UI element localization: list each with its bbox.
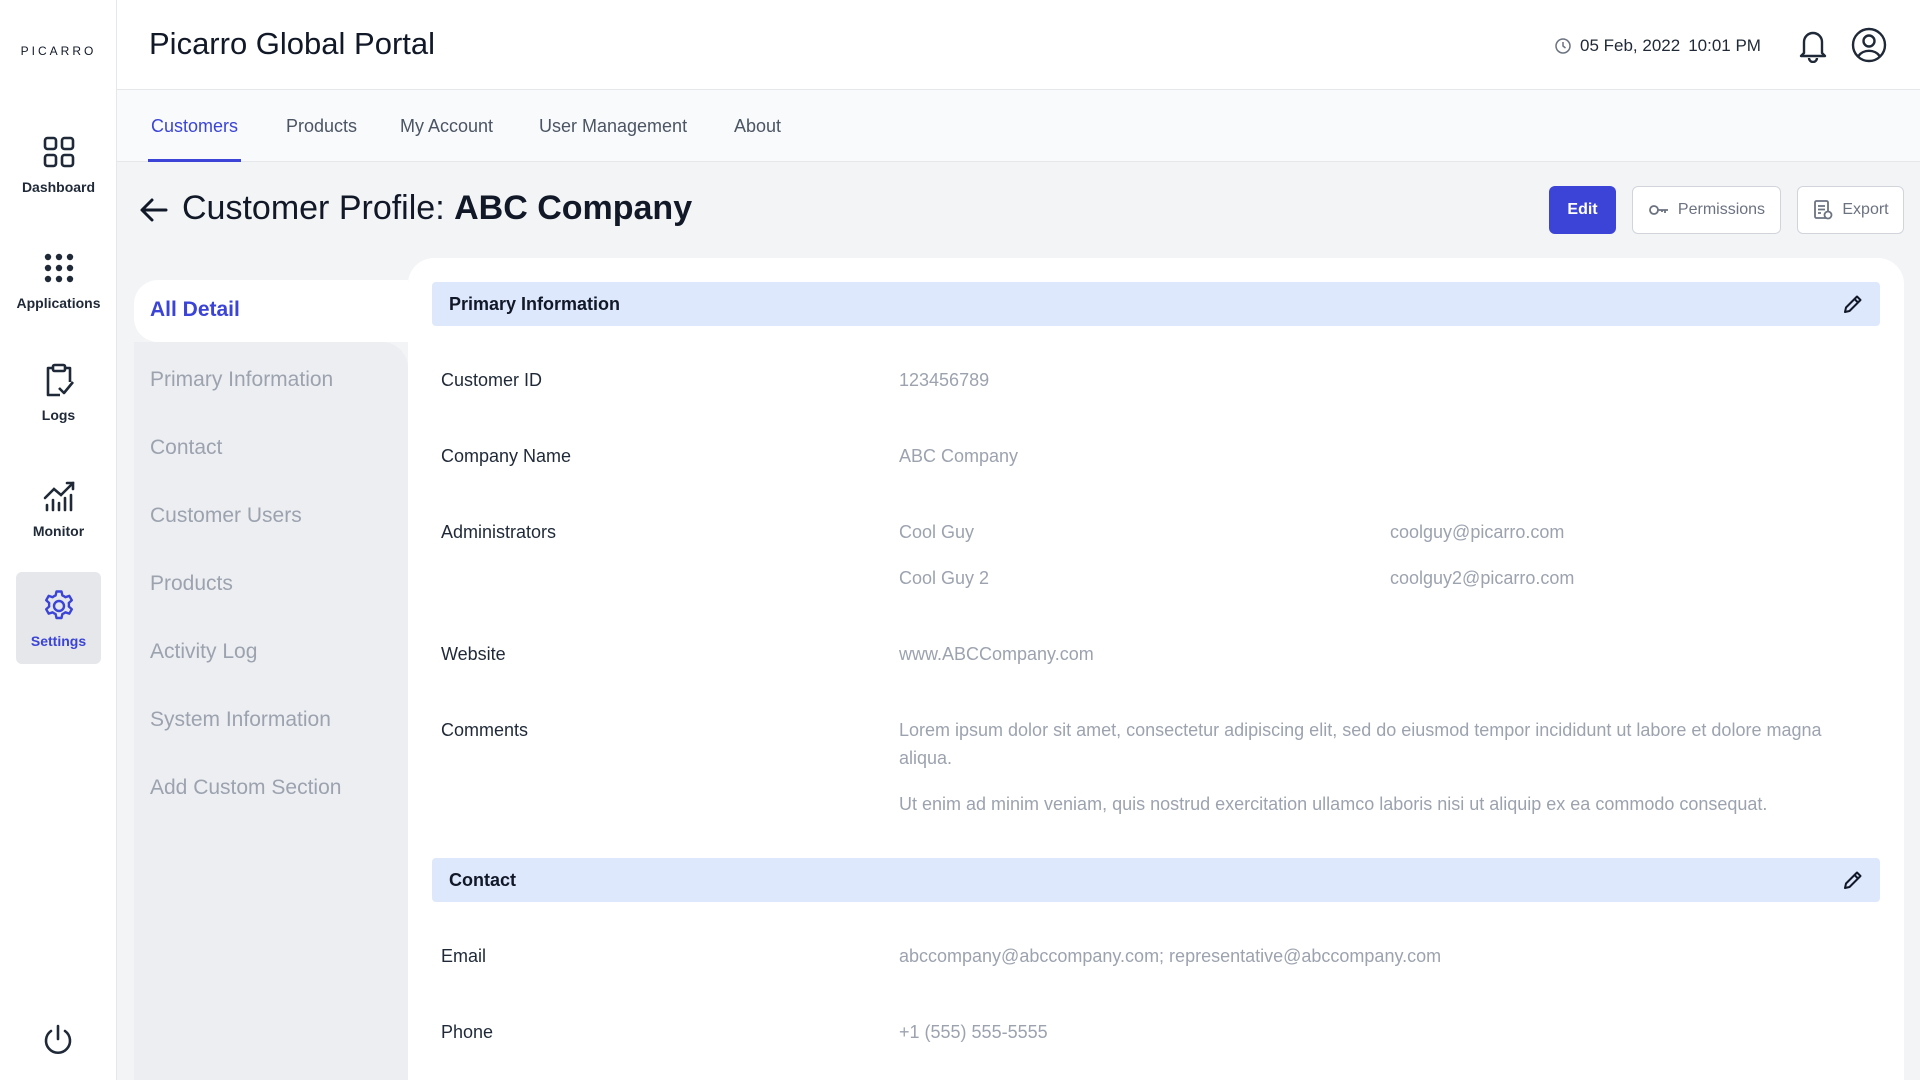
tab-my-account[interactable]: My Account — [400, 90, 493, 162]
email-label: Email — [441, 946, 487, 966]
rail-label-monitor: Monitor — [32, 522, 85, 539]
key-icon — [1649, 205, 1668, 215]
section-nav-products[interactable]: Products — [150, 572, 233, 596]
administrator-name: Cool Guy — [899, 522, 975, 542]
section-nav-activity-log[interactable]: Activity Log — [150, 640, 257, 664]
grid-icon — [43, 136, 74, 167]
tab-customers[interactable]: Customers — [147, 90, 242, 162]
page-title-company: ABC Company — [454, 189, 693, 227]
administrators-label: Administrators — [441, 522, 557, 542]
clipboard-check-icon — [46, 363, 74, 396]
tab-products[interactable]: Products — [286, 90, 357, 162]
tab-user-management[interactable]: User Management — [539, 90, 687, 162]
rail-label-applications: Applications — [16, 294, 101, 311]
administrator-email: coolguy@picarro.com — [1390, 522, 1565, 542]
administrator-name: Cool Guy 2 — [899, 568, 990, 588]
apps-dots-icon — [44, 253, 73, 282]
export-document-icon — [1814, 200, 1833, 220]
edit-button[interactable]: Edit — [1549, 186, 1616, 234]
time-text: 10:01 PM — [1688, 36, 1761, 55]
top-header: Picarro Global Portal 05 Feb, 2022 10:01… — [117, 0, 1920, 90]
email-value: abccompany@abccompany.com; representativ… — [899, 946, 1442, 966]
pencil-icon[interactable] — [1842, 869, 1864, 891]
section-nav-all-detail-label: All Detail — [150, 298, 240, 321]
detail-card: Primary Information Customer ID 12345678… — [408, 258, 1904, 1080]
rail-label-settings: Settings — [30, 632, 87, 649]
rail-item-dashboard[interactable]: Dashboard — [16, 118, 101, 210]
rail-label-dashboard: Dashboard — [21, 178, 96, 195]
customer-id-label: Customer ID — [441, 370, 543, 390]
section-nav-contact[interactable]: Contact — [150, 436, 222, 460]
permissions-button-label: Permissions — [1677, 201, 1766, 218]
contact-heading: Contact — [449, 870, 516, 890]
page-title-prefix: Customer Profile: — [182, 189, 455, 227]
phone-value: +1 (555) 555-5555 — [899, 1022, 1048, 1042]
rail-item-settings[interactable]: Settings — [16, 572, 101, 664]
rail-item-monitor[interactable]: Monitor — [16, 462, 101, 554]
app-title: Picarro Global Portal — [149, 26, 436, 61]
primary-information-heading: Primary Information — [449, 294, 621, 314]
export-button[interactable]: Export — [1797, 186, 1904, 234]
left-rail: PICARRO Dashboard Applications Logs Moni… — [0, 0, 117, 1080]
customer-id-value: 123456789 — [899, 370, 990, 390]
tab-about[interactable]: About — [734, 90, 781, 162]
power-icon[interactable] — [40, 1022, 76, 1058]
gear-icon — [44, 589, 73, 619]
administrator-email: coolguy2@picarro.com — [1390, 568, 1575, 588]
website-value: www.ABCCompany.com — [899, 644, 1094, 664]
picarro-logo: PICARRO — [20, 44, 97, 58]
chart-icon — [43, 481, 74, 511]
back-arrow-icon[interactable] — [139, 195, 169, 225]
company-name-value: ABC Company — [899, 446, 1019, 466]
main-nav: Customers Products My Account User Manag… — [117, 90, 1920, 162]
page-title: Customer Profile: ABC Company — [182, 189, 692, 228]
clock-icon — [1555, 38, 1571, 54]
section-nav-all-detail[interactable]: All Detail — [134, 280, 408, 342]
phone-label: Phone — [441, 1022, 494, 1042]
rail-item-logs[interactable]: Logs — [16, 346, 101, 438]
user-avatar-icon[interactable] — [1850, 26, 1888, 64]
section-nav-customer-users[interactable]: Customer Users — [150, 504, 302, 528]
datetime: 05 Feb, 2022 10:01 PM — [1554, 36, 1761, 56]
section-nav-add-custom-section[interactable]: Add Custom Section — [150, 776, 341, 800]
export-button-label: Export — [1842, 201, 1889, 218]
edit-button-label: Edit — [1567, 201, 1598, 218]
date-text: 05 Feb, 2022 — [1580, 36, 1681, 55]
comment-paragraph: Ut enim ad minim veniam, quis nostrud ex… — [899, 794, 1768, 814]
section-nav-primary-information[interactable]: Primary Information — [150, 368, 333, 392]
rail-item-applications[interactable]: Applications — [16, 234, 101, 326]
section-nav-system-information[interactable]: System Information — [150, 708, 331, 732]
comments-label: Comments — [441, 720, 529, 740]
pencil-icon[interactable] — [1842, 293, 1864, 315]
section-nav-panel: Primary Information Contact Customer Use… — [134, 342, 408, 1080]
permissions-button[interactable]: Permissions — [1632, 186, 1781, 234]
primary-information-header: Primary Information — [432, 282, 1880, 326]
comment-paragraph: Lorem ipsum dolor sit amet, consectetur … — [899, 720, 1822, 768]
bell-icon[interactable] — [1796, 27, 1830, 63]
company-name-label: Company Name — [441, 446, 572, 466]
contact-header: Contact — [432, 858, 1880, 902]
rail-label-logs: Logs — [41, 406, 76, 423]
website-label: Website — [441, 644, 506, 664]
